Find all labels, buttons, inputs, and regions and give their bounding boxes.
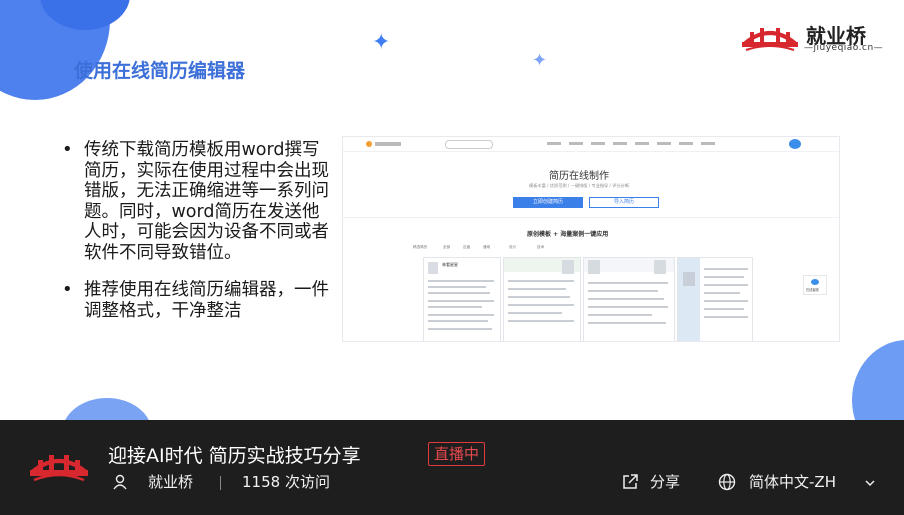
brand-logo: 就业桥 —jiuyeqiao.cn—: [740, 18, 890, 58]
create-resume-button[interactable]: 立即创建简历: [513, 197, 583, 208]
tab-tech[interactable]: 技术: [537, 245, 544, 250]
tab-graduate[interactable]: 应届: [463, 245, 470, 250]
sparkle-icon: ✦: [372, 30, 391, 55]
divider: [343, 217, 839, 218]
bullet-list: 传统下载简历模板用word撰写简历，实际在使用过程中会出现错版，无法正确缩进等一…: [62, 140, 332, 338]
site-search-box[interactable]: [445, 140, 493, 149]
site-nav-links[interactable]: [547, 142, 717, 145]
section-title: 原创模板 + 海量案例一键应用: [527, 231, 609, 238]
template-tabs: 精选简历 全部 应届 通用 设计 技术: [413, 245, 723, 253]
tab-general[interactable]: 通用: [483, 245, 490, 250]
resume-site-screenshot: 简历在线制作 模板丰富 / 优质范例 / 一键排版 / 专业指导 / 评分诊断 …: [342, 136, 840, 342]
site-navbar: [343, 137, 839, 152]
tab-all[interactable]: 全部: [443, 245, 450, 250]
slide-title: 使用在线简历编辑器: [74, 60, 246, 82]
share-icon: [623, 474, 638, 489]
resume-template-card[interactable]: [583, 257, 675, 341]
channel-logo-icon: [30, 455, 88, 482]
import-resume-button[interactable]: 导入简历: [589, 197, 659, 208]
tab-design[interactable]: 设计: [509, 245, 516, 250]
bridge-logo-icon: [742, 28, 798, 51]
tab-featured[interactable]: 精选简历: [413, 245, 427, 250]
user-avatar[interactable]: [789, 139, 801, 149]
chevron-down-icon[interactable]: [864, 478, 876, 488]
sparkle-icon: ✦: [532, 50, 548, 71]
user-icon: [113, 474, 127, 490]
site-subheading: 模板丰富 / 优质范例 / 一键排版 / 专业指导 / 评分诊断: [529, 183, 630, 188]
chat-icon: [811, 279, 819, 285]
side-button-label: 在线客服: [806, 288, 819, 292]
site-heading: 简历在线制作: [549, 171, 609, 182]
customer-service-button[interactable]: 在线客服: [803, 275, 827, 295]
decor-blob-bottom-left: [62, 398, 152, 420]
visit-count: 1158 次访问: [242, 473, 330, 491]
resume-template-card[interactable]: [503, 257, 581, 341]
stream-title: 迎接AI时代 简历实战技巧分享: [108, 445, 361, 467]
site-logo-icon: [366, 141, 401, 147]
share-button[interactable]: 分享: [650, 472, 680, 492]
presentation-slide: ✦ ✦ 使用在线简历编辑器 就业桥 —jiuyeqiao.cn— 传统下载简历模…: [0, 0, 904, 420]
brand-url: —jiuyeqiao.cn—: [804, 43, 884, 53]
meta-divider: [220, 476, 221, 490]
globe-icon: [718, 473, 736, 491]
bullet-item: 传统下载简历模板用word撰写简历，实际在使用过程中会出现错版，无法正确缩进等一…: [62, 140, 332, 263]
resume-template-card[interactable]: [677, 257, 753, 341]
bullet-item: 推荐使用在线简历编辑器，一件调整格式，干净整洁: [62, 280, 332, 321]
resume-template-card[interactable]: 林看星星: [423, 257, 501, 341]
decor-blob-bottom-right: [852, 340, 904, 420]
resume-name: 林看星星: [442, 262, 458, 267]
live-status-badge: 直播中: [428, 442, 486, 466]
host-name[interactable]: 就业桥: [148, 472, 193, 492]
language-selector[interactable]: 简体中文-ZH: [749, 472, 836, 492]
